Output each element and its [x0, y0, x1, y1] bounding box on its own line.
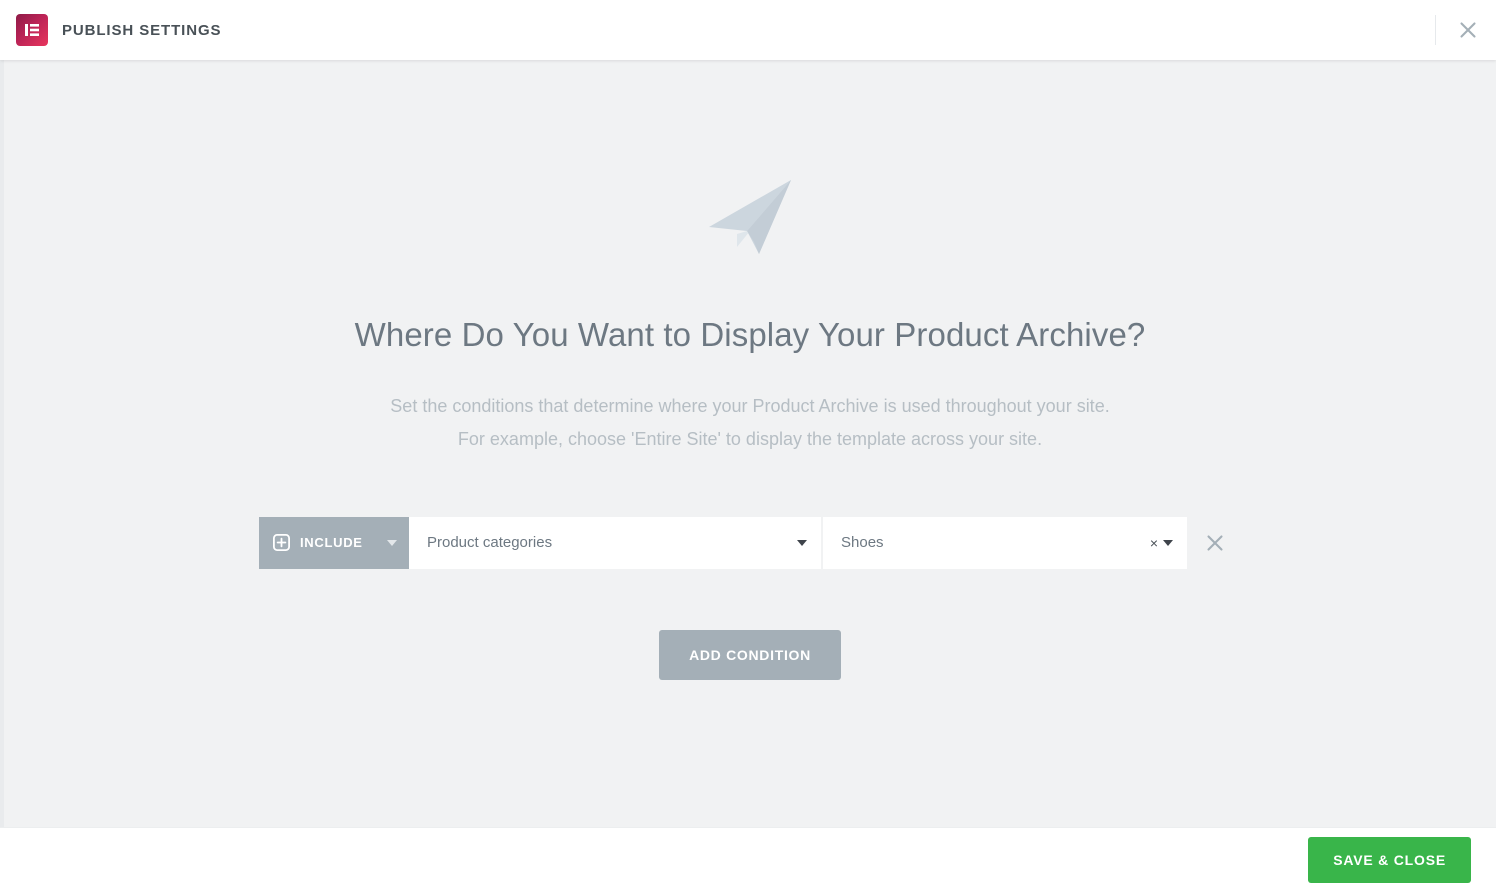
save-and-close-button[interactable]: SAVE & CLOSE — [1308, 836, 1471, 883]
close-icon — [1207, 535, 1223, 551]
condition-value-controls: × — [1150, 536, 1173, 550]
condition-row: INCLUDE Product categories Shoes × — [259, 516, 1241, 569]
condition-subject-select[interactable]: Product categories — [409, 516, 821, 569]
header-brand: PUBLISH SETTINGS — [0, 14, 221, 46]
page-title: Where Do You Want to Display Your Produc… — [354, 316, 1146, 353]
conditions-list: INCLUDE Product categories Shoes × ADD C… — [4, 516, 1496, 680]
condition-type-select[interactable]: INCLUDE — [259, 516, 409, 569]
publish-settings-modal: PUBLISH SETTINGS Where Do You Want to Di… — [0, 0, 1496, 891]
modal-title: PUBLISH SETTINGS — [62, 21, 222, 39]
publish-settings-content: Where Do You Want to Display Your Produc… — [4, 60, 1496, 680]
condition-value-text: Shoes — [841, 534, 884, 552]
clear-selection-icon[interactable]: × — [1150, 536, 1158, 550]
modal-body: Where Do You Want to Display Your Produc… — [0, 60, 1496, 827]
elementor-logo-icon — [16, 14, 48, 46]
page-description: Set the conditions that determine where … — [390, 390, 1109, 456]
description-line-1: Set the conditions that determine where … — [390, 395, 1110, 416]
plus-square-icon — [273, 534, 290, 552]
header-actions — [1435, 0, 1496, 60]
paper-plane-icon — [704, 174, 796, 266]
close-icon — [1460, 22, 1476, 38]
condition-type-label: INCLUDE — [300, 535, 363, 551]
modal-footer: SAVE & CLOSE — [0, 827, 1496, 891]
add-condition-button[interactable]: ADD CONDITION — [659, 629, 841, 680]
close-modal-button[interactable] — [1440, 0, 1496, 60]
caret-down-icon — [797, 539, 807, 546]
modal-header: PUBLISH SETTINGS — [0, 0, 1496, 60]
caret-down-icon[interactable] — [1163, 539, 1173, 546]
condition-value-select[interactable]: Shoes × — [823, 516, 1187, 569]
condition-subject-value: Product categories — [427, 534, 553, 552]
remove-condition-button[interactable] — [1189, 517, 1241, 569]
description-line-2: For example, choose 'Entire Site' to dis… — [457, 428, 1043, 449]
header-divider — [1435, 15, 1436, 45]
chevron-down-icon — [387, 539, 397, 546]
